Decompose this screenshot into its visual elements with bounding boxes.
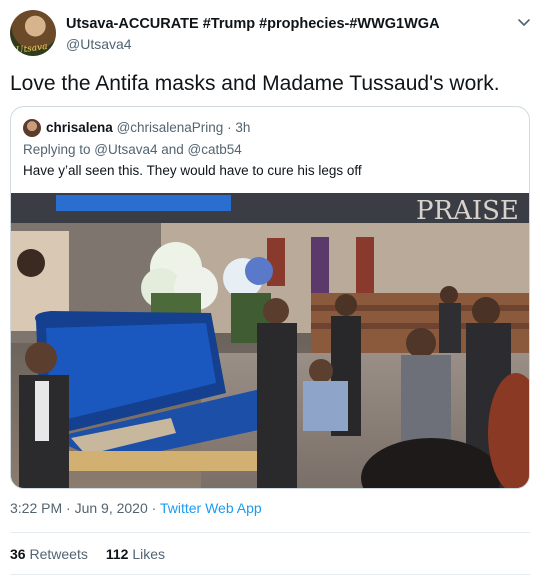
quoted-author-line[interactable]: chrisalena @chrisalenaPring · 3h (46, 120, 250, 135)
chevron-down-icon[interactable] (516, 14, 532, 30)
retweets-label: Retweets (29, 546, 88, 562)
tweet-text: Love the Antifa masks and Madame Tussaud… (10, 72, 500, 95)
author-handle[interactable]: @Utsava4 (66, 36, 132, 52)
quoted-tweet-age: · 3h (227, 120, 251, 135)
quoted-author-avatar[interactable] (23, 119, 41, 137)
likes-count: 112 (105, 546, 129, 562)
quoted-author-handle[interactable]: @chrisalenaPring (117, 120, 224, 135)
quoted-tweet-photo[interactable]: PRAISE (11, 193, 529, 488)
quoted-tweet-text: Have y’all seen this. They would have to… (23, 163, 362, 178)
avatar-signature: Utsava (15, 41, 49, 56)
retweets-stat[interactable]: 36 Retweets (10, 546, 88, 562)
tweet-time[interactable]: 3:22 PM · Jun 9, 2020 (10, 500, 148, 516)
stage-screen (56, 195, 231, 211)
retweets-count: 36 (10, 546, 26, 562)
photo-scene: PRAISE (11, 193, 529, 488)
author-avatar[interactable]: Utsava (10, 10, 56, 56)
engagement-stats: 36 Retweets 112 Likes (10, 546, 165, 562)
divider-bottom (10, 574, 530, 575)
tweet-source-link[interactable]: Twitter Web App (160, 500, 262, 516)
likes-label: Likes (132, 546, 165, 562)
likes-stat[interactable]: 112 Likes (106, 546, 165, 562)
tweet-timestamp-line: 3:22 PM · Jun 9, 2020 · Twitter Web App (10, 500, 262, 516)
quoted-replying-to: Replying to @Utsava4 and @catb54 (23, 142, 242, 157)
praise-sign: PRAISE (416, 196, 519, 226)
author-display-name[interactable]: Utsava-ACCURATE #Trump #prophecies-#WWG1… (66, 16, 440, 32)
quoted-tweet-card[interactable]: chrisalena @chrisalenaPring · 3h Replyin… (10, 106, 530, 489)
divider-top (10, 532, 530, 533)
meta-separator: · (147, 500, 160, 516)
quoted-author-name[interactable]: chrisalena (46, 120, 113, 135)
